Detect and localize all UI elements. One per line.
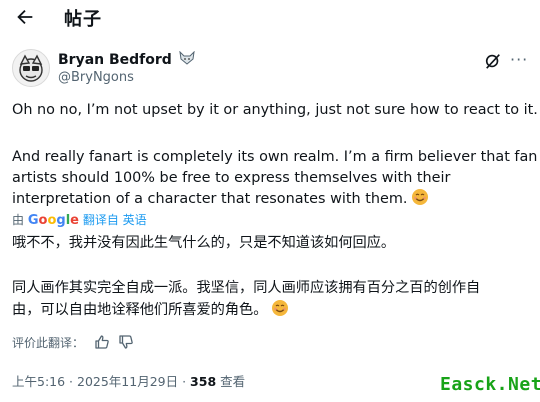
- thumbs-up-icon[interactable]: [94, 334, 110, 350]
- post-line: And really fanart is completely its own …: [12, 149, 538, 165]
- smiling-face-emoji: [412, 189, 428, 205]
- translation-attribution: 由 Google 翻译自 英语: [12, 213, 147, 228]
- translated-paragraph-2: 同人画作其实完全自成一派。我坚信，同人画师应该拥有百分之百的创作自 由，可以自由…: [12, 277, 480, 321]
- translated-line: 由，可以自由地诠释他们所喜爱的角色。: [12, 299, 480, 321]
- post-metadata: 上午5:16 · 2025年11月29日 · 358 查看: [12, 371, 245, 390]
- avatar[interactable]: [12, 49, 50, 87]
- fox-icon: [178, 50, 195, 65]
- google-logo: Google: [27, 213, 79, 228]
- post-timestamp[interactable]: 上午5:16 · 2025年11月29日 ·: [12, 374, 190, 389]
- watermark: Easck.Net: [440, 374, 540, 395]
- thumbs-down-icon[interactable]: [118, 334, 134, 350]
- post-paragraph-1: Oh no no, I’m not upset by it or anythin…: [12, 102, 538, 118]
- translated-paragraph-1: 哦不不，我并没有因此生气什么的，只是不知道该如何回应。: [12, 235, 396, 251]
- translated-line: 同人画作其实完全自成一派。我坚信，同人画师应该拥有百分之百的创作自: [12, 280, 481, 296]
- smiling-face-emoji: [271, 300, 288, 316]
- page-title: 帖子: [64, 9, 102, 30]
- post-paragraph-2: And really fanart is completely its own …: [12, 147, 537, 210]
- more-icon[interactable]: ···: [510, 50, 528, 69]
- post-line: artists should 100% be free to express t…: [12, 170, 451, 186]
- view-label: 查看: [216, 374, 246, 389]
- post-line: interpretation of a character that reson…: [12, 189, 537, 210]
- author-handle[interactable]: @BryNgons: [58, 70, 134, 85]
- grok-icon[interactable]: [484, 52, 502, 70]
- rate-translation-label: 评价此翻译：: [12, 336, 85, 350]
- back-arrow-icon[interactable]: [14, 6, 36, 28]
- translation-source-link[interactable]: 翻译自 英语: [83, 213, 147, 227]
- top-bar: 帖子: [0, 0, 540, 36]
- view-count: 358: [190, 374, 217, 389]
- author-name[interactable]: Bryan Bedford: [58, 50, 195, 68]
